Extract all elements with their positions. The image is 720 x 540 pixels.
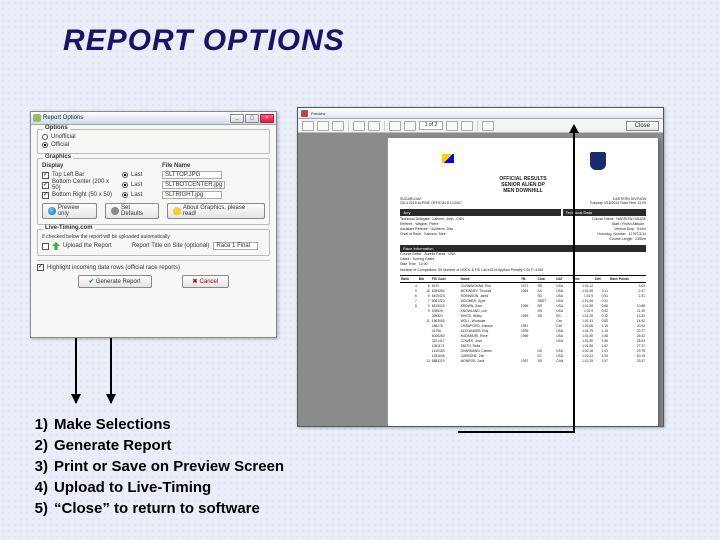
col-filename: File Name — [162, 163, 265, 169]
botright-label: Bottom Right (50 x 50) — [52, 192, 112, 198]
preview-title: Preview — [311, 111, 325, 116]
topleft-label: Top Left Bar — [52, 172, 84, 178]
globe-icon — [48, 207, 56, 215]
step-text: “Close” to return to software — [54, 499, 260, 518]
next-page-button[interactable] — [446, 121, 458, 131]
report-title-field[interactable]: Race 1 Final — [213, 242, 258, 250]
check-icon: ✔ — [89, 278, 94, 285]
preview-only-button[interactable]: Preview only — [42, 203, 97, 219]
arrow-icon — [110, 338, 112, 403]
race-info-block: Course Setter Aurelio Parse USAGates / T… — [400, 252, 646, 267]
jury-header: Jury — [400, 209, 561, 216]
step-number: 3) — [30, 457, 48, 476]
step-text: Upload to Live-Timing — [54, 478, 211, 497]
preview-canvas[interactable]: OFFICIAL RESULTS SENIOR ALIEN DP MEN DOW… — [298, 133, 663, 426]
doc-season: 2014-2015 ALPINE OFFICIALS CLINIC — [400, 201, 461, 205]
jury-block: Technical Delegate Lanceri, John CANRefe… — [400, 216, 522, 243]
about-graphics-button[interactable]: About Graphics, please read! — [167, 203, 265, 219]
livetiming-desc: If checked below the report will be uplo… — [42, 234, 265, 240]
botright-last-radio[interactable]: Last — [122, 192, 142, 198]
options-group-label: Options — [43, 125, 70, 131]
arrow-icon — [75, 338, 77, 403]
preview-toolbar: 1 of 2 Close — [298, 119, 663, 133]
livetiming-group-label: Live-Timing.com — [43, 225, 95, 231]
col-display: Display — [42, 163, 122, 169]
options-group: Options Unofficial Official — [37, 129, 270, 154]
doc-date: Tuesday 3/18/2015 Start Time 13:00 — [590, 201, 647, 205]
results-table: RankBibFIS CodeNameYBClubNATTimeDiff.Rac… — [400, 275, 646, 363]
step-number: 2) — [30, 436, 48, 455]
botcenter-file-field[interactable]: SLTBOTCENTER.jpg — [162, 181, 225, 189]
unofficial-label: Unofficial — [51, 134, 76, 140]
slide-title: REPORT OPTIONS — [63, 24, 345, 58]
unofficial-radio[interactable]: Unofficial — [42, 134, 76, 140]
report-title-label: Report Title on Site (optional) — [132, 243, 210, 249]
preview-close-button[interactable]: Close — [626, 121, 659, 131]
minimize-button[interactable]: _ — [230, 114, 244, 123]
first-page-button[interactable] — [389, 121, 401, 131]
x-icon: ✖ — [193, 278, 198, 285]
dialog-title: Report Options — [43, 115, 228, 121]
preview-window: Preview 1 of 2 Close OFFICIAL RESULTS SE… — [297, 107, 664, 427]
topleft-file-field[interactable]: SLTTOP.JPG — [162, 171, 222, 179]
step-text: Make Selections — [54, 415, 171, 434]
highlight-rows-check[interactable]: ✓Highlight incoming data rows (official … — [37, 264, 180, 271]
prev-page-button[interactable] — [404, 121, 416, 131]
official-radio[interactable]: Official — [42, 142, 69, 148]
step-text: Print or Save on Preview Screen — [54, 457, 284, 476]
topleft-check[interactable]: ✓Top Left Bar — [42, 172, 84, 179]
upload-report-check[interactable]: Upload the Report — [42, 242, 112, 250]
window-close-button[interactable]: × — [260, 114, 274, 123]
botcenter-label: Bottom Center (200 x 50) — [52, 179, 114, 191]
step-number: 1) — [30, 415, 48, 434]
last-page-button[interactable] — [461, 121, 473, 131]
step-number: 4) — [30, 478, 48, 497]
livetiming-group: Live-Timing.com If checked below the rep… — [37, 229, 270, 256]
report-options-dialog: Report Options _ ▢ × Options Unofficial … — [30, 111, 277, 338]
ussa-logo-icon — [590, 152, 606, 170]
page-indicator[interactable]: 1 of 2 — [419, 121, 443, 130]
step-number: 5) — [30, 499, 48, 518]
arrow-connector — [458, 431, 575, 433]
race-info-header: Race Information — [400, 245, 646, 252]
topleft-last-radio[interactable]: Last — [122, 172, 142, 178]
report-page: OFFICIAL RESULTS SENIOR ALIEN DP MEN DOW… — [388, 138, 658, 426]
graphics-group: Graphics Display File Name ✓Top Left Bar… — [37, 158, 270, 225]
open-button[interactable] — [332, 121, 344, 131]
botcenter-check[interactable]: ✓Bottom Center (200 x 50) — [42, 179, 114, 191]
tech-header: Technical Data — [563, 209, 646, 216]
find-button[interactable] — [353, 121, 365, 131]
print-button[interactable] — [302, 121, 314, 131]
cancel-button[interactable]: ✖Cancel — [182, 275, 230, 288]
botcenter-last-radio[interactable]: Last — [122, 182, 142, 188]
fis-logo-icon — [440, 152, 458, 166]
table-row: 135883219MONROE, Zack1997SRCAN1:02.291.9… — [400, 358, 646, 363]
app-icon — [33, 114, 41, 122]
preview-titlebar[interactable]: Preview — [298, 108, 663, 119]
botright-file-field[interactable]: SLTRIGHT.jpg — [162, 191, 222, 199]
arrow-icon — [573, 133, 575, 433]
step-text: Generate Report — [54, 436, 172, 455]
tech-block: Course Name NARROW GAUGEStart / Finish A… — [524, 216, 646, 243]
graphics-group-label: Graphics — [43, 154, 73, 160]
official-label: Official — [51, 142, 69, 148]
nav-button[interactable] — [482, 121, 494, 131]
doc-heading-3: MEN DOWNHILL — [400, 188, 646, 194]
botright-check[interactable]: ✓Bottom Right (50 x 50) — [42, 192, 112, 199]
set-defaults-button[interactable]: Set Defaults — [105, 203, 159, 219]
generate-report-button[interactable]: ✔Generate Report — [78, 275, 152, 288]
upload-icon — [52, 242, 60, 250]
gear-icon — [111, 207, 119, 215]
preview-app-icon — [301, 110, 308, 117]
zoom-fit-button[interactable] — [368, 121, 380, 131]
steps-list: 1) Make Selections 2) Generate Report 3) Prin… — [30, 413, 284, 520]
save-button[interactable] — [317, 121, 329, 131]
bulb-icon — [173, 207, 181, 215]
maximize-button[interactable]: ▢ — [245, 114, 259, 123]
dialog-titlebar[interactable]: Report Options _ ▢ × — [31, 112, 276, 125]
counts-line: Number of Competitors: 55 Number of NOCs… — [400, 268, 646, 273]
